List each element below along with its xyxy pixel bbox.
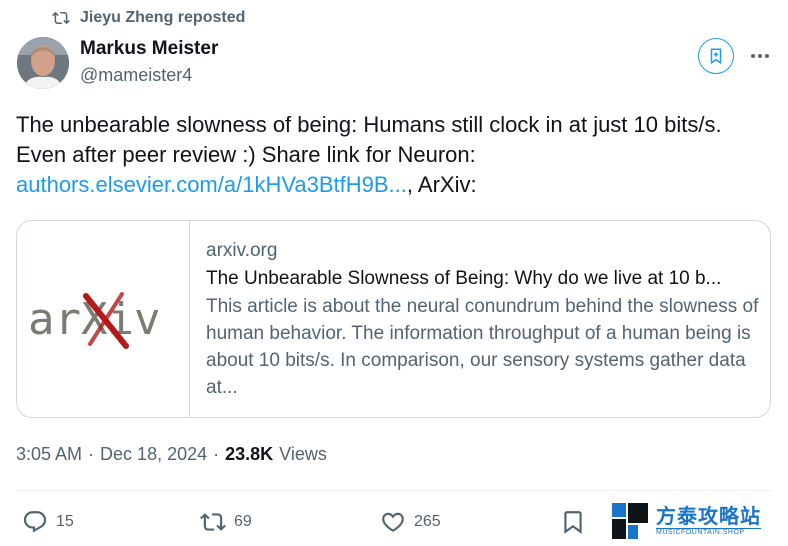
meta-separator: · [88,444,95,464]
tweet-line-suffix: , ArXiv: [406,172,477,197]
repost-label: Jieyu Zheng reposted [80,9,246,26]
heart-icon [382,512,404,532]
watermark-subtitle: MUSICFOUNTAIN.SHOP [656,528,761,536]
tweet-line: Even after peer review :) Share link for… [16,142,476,167]
watermark: 方泰攻略站 MUSICFOUNTAIN.SHOP [612,500,772,542]
repost-count: 69 [234,513,252,530]
tweet-text: The unbearable slowness of being: Humans… [16,110,776,200]
tweet-time[interactable]: 3:05 AM [16,444,82,465]
more-dot-icon [751,54,755,58]
arxiv-logo: arXiv [28,292,160,349]
reply-icon [23,511,47,533]
watermark-title: 方泰攻略站 [656,506,761,528]
tweet-line: The unbearable slowness of being: Humans… [16,112,722,137]
tweet-link[interactable]: authors.elsevier.com/a/1kHVa3BtfH9B... [16,172,407,197]
bookmark-button[interactable] [560,506,586,538]
card-title: The Unbearable Slowness of Being: Why do… [206,268,722,289]
more-dot-icon [758,54,762,58]
reply-count: 15 [56,513,74,530]
bookmark-icon [564,511,582,534]
link-preview-card[interactable]: arXiv arxiv.org The Unbearable Slowness … [16,220,771,418]
tweet-meta: 3:05 AM · Dec 18, 2024 · 23.8K Views [16,444,327,465]
tweet-date[interactable]: Dec 18, 2024 [100,444,207,465]
repost-button[interactable]: 69 [200,506,252,538]
avatar[interactable] [17,37,69,89]
author-handle[interactable]: @mameister4 [80,65,192,86]
repost-icon [200,513,226,531]
repost-icon [52,11,70,25]
card-description: This article is about the neural conundr… [206,296,759,398]
grok-icon [710,48,722,65]
card-domain: arxiv.org [206,240,278,261]
grok-button[interactable] [698,38,734,74]
watermark-logo-icon [612,503,648,539]
divider [16,490,772,491]
card-thumbnail: arXiv [17,221,190,417]
more-dot-icon [765,54,769,58]
reply-button[interactable]: 15 [22,506,74,538]
like-count: 265 [414,513,441,530]
author-name[interactable]: Markus Meister [80,38,218,60]
views-count: 23.8K [225,444,274,464]
repost-context[interactable]: Jieyu Zheng reposted [52,8,245,28]
like-button[interactable]: 265 [380,506,441,538]
meta-separator: · [213,444,220,464]
views-label: Views [279,444,327,464]
more-options-button[interactable] [746,45,774,67]
